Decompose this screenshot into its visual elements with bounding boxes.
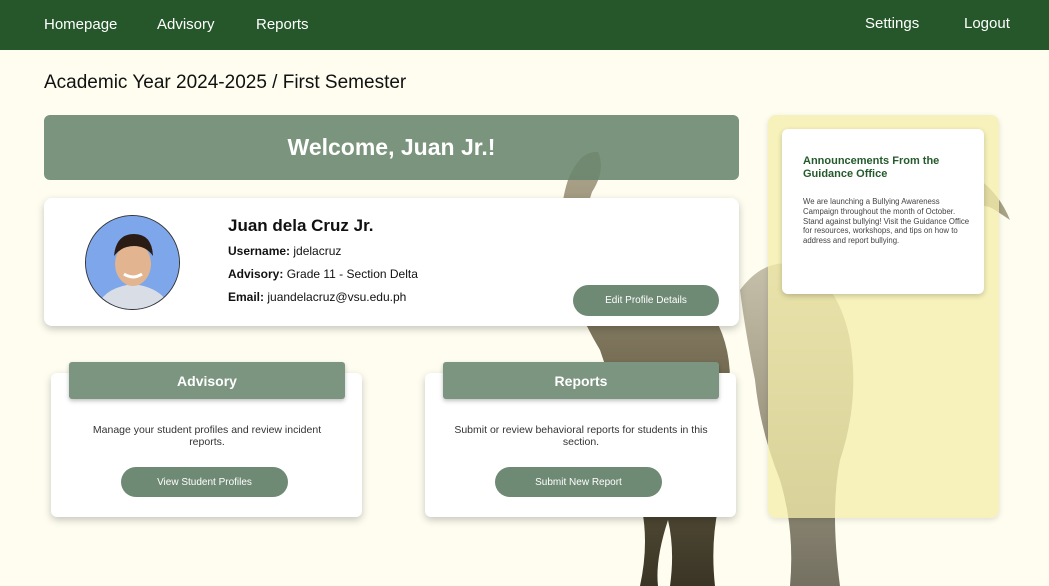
nav-settings[interactable]: Settings	[865, 15, 919, 32]
nav-reports[interactable]: Reports	[256, 16, 309, 33]
reports-card-description: Submit or review behavioral reports for …	[454, 424, 708, 448]
view-student-profiles-button[interactable]: View Student Profiles	[121, 467, 288, 497]
nav-homepage[interactable]: Homepage	[44, 16, 117, 33]
profile-email-row: Email: juandelacruz@vsu.edu.ph	[228, 290, 406, 304]
submit-new-report-button[interactable]: Submit New Report	[495, 467, 662, 497]
email-value: juandelacruz@vsu.edu.ph	[267, 290, 407, 304]
announcement-body: We are launching a Bullying Awareness Ca…	[803, 197, 970, 246]
nav-advisory[interactable]: Advisory	[157, 16, 215, 33]
advisory-card-description: Manage your student profiles and review …	[92, 424, 322, 448]
advisory-label: Advisory:	[228, 267, 284, 281]
announcement-title: Announcements From the Guidance Office	[803, 155, 940, 180]
user-photo-icon	[86, 216, 179, 309]
nav-logout[interactable]: Logout	[964, 15, 1010, 32]
announcement-card: Announcements From the Guidance Office W…	[782, 129, 984, 294]
advisory-card-header: Advisory	[69, 362, 345, 399]
profile-advisory-row: Advisory: Grade 11 - Section Delta	[228, 267, 418, 281]
page-title: Academic Year 2024-2025 / First Semester	[44, 72, 407, 93]
username-label: Username:	[228, 244, 291, 258]
profile-name: Juan dela Cruz Jr.	[228, 216, 374, 235]
welcome-banner: Welcome, Juan Jr.!	[44, 115, 739, 180]
top-navbar: Homepage Advisory Reports Settings Logou…	[0, 0, 1049, 50]
edit-profile-button[interactable]: Edit Profile Details	[573, 285, 719, 316]
profile-username-row: Username: jdelacruz	[228, 244, 341, 258]
avatar	[85, 215, 180, 310]
reports-card-header: Reports	[443, 362, 719, 399]
username-value: jdelacruz	[293, 244, 342, 258]
profile-card: Juan dela Cruz Jr. Username: jdelacruz A…	[44, 198, 739, 326]
advisory-value: Grade 11 - Section Delta	[286, 267, 418, 281]
email-label: Email:	[228, 290, 265, 304]
